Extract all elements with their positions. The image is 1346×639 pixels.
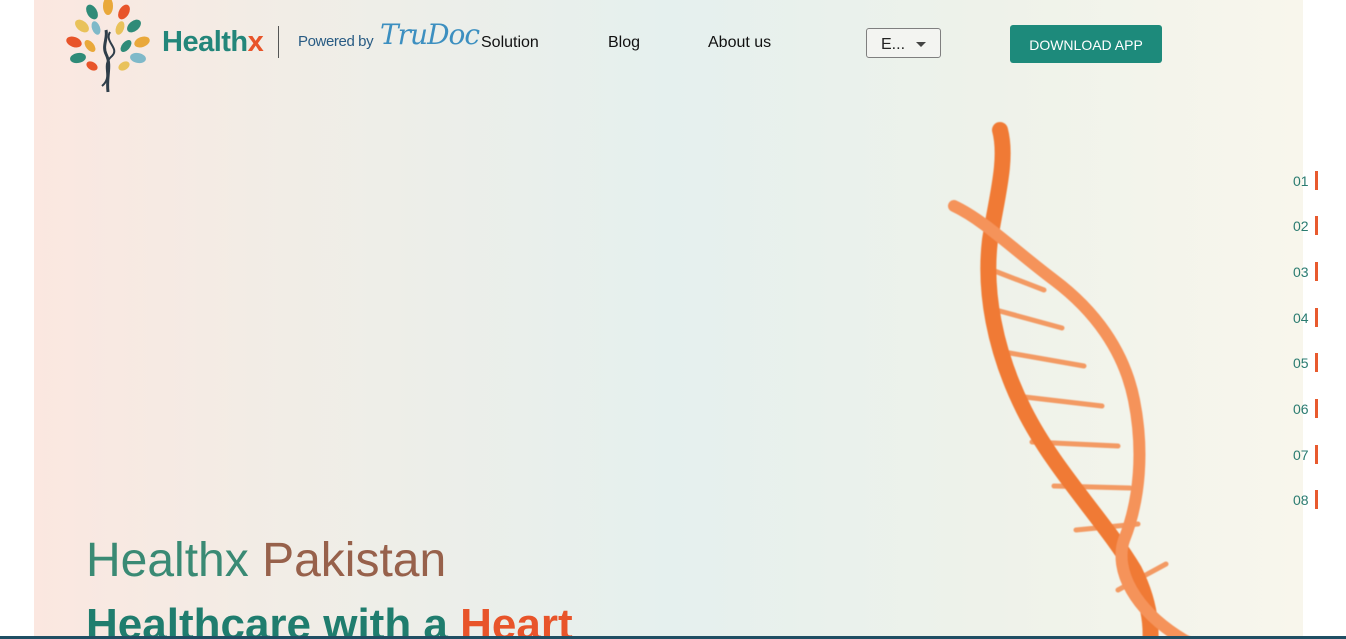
slide-indicator[interactable]: 02 <box>1293 216 1323 236</box>
powered-by-label: Powered by <box>298 33 374 50</box>
nav-blog[interactable]: Blog <box>608 34 640 52</box>
partner-logo: TruDoc <box>380 18 480 51</box>
hero-title: Healthx Pakistan <box>86 534 447 587</box>
slide-indicator[interactable]: 04 <box>1293 308 1323 328</box>
slide-indicator[interactable]: 03 <box>1293 262 1323 282</box>
language-select[interactable]: E... <box>866 28 941 58</box>
slide-indicator[interactable]: 01 <box>1293 171 1323 191</box>
slide-indicator[interactable]: 06 <box>1293 399 1323 419</box>
download-app-button[interactable]: DOWNLOAD APP <box>1010 25 1162 63</box>
hero-section: Healthx Powered by TruDoc Solution Blog … <box>34 0 1303 639</box>
nav-about-us[interactable]: About us <box>708 34 771 52</box>
slide-indicator[interactable]: 05 <box>1293 353 1323 373</box>
slide-indicator[interactable]: 07 <box>1293 445 1323 465</box>
language-select-value: E... <box>881 36 906 53</box>
dna-illustration <box>948 122 1197 639</box>
slide-indicator[interactable]: 08 <box>1293 490 1323 510</box>
brand-divider <box>278 26 279 58</box>
nav-solution[interactable]: Solution <box>481 34 539 52</box>
chevron-down-icon <box>916 42 926 47</box>
healthx-logo-icon[interactable] <box>62 0 154 94</box>
brand-name[interactable]: Healthx <box>162 26 264 59</box>
hero-subtitle: Healthcare with a Heart <box>86 600 573 639</box>
